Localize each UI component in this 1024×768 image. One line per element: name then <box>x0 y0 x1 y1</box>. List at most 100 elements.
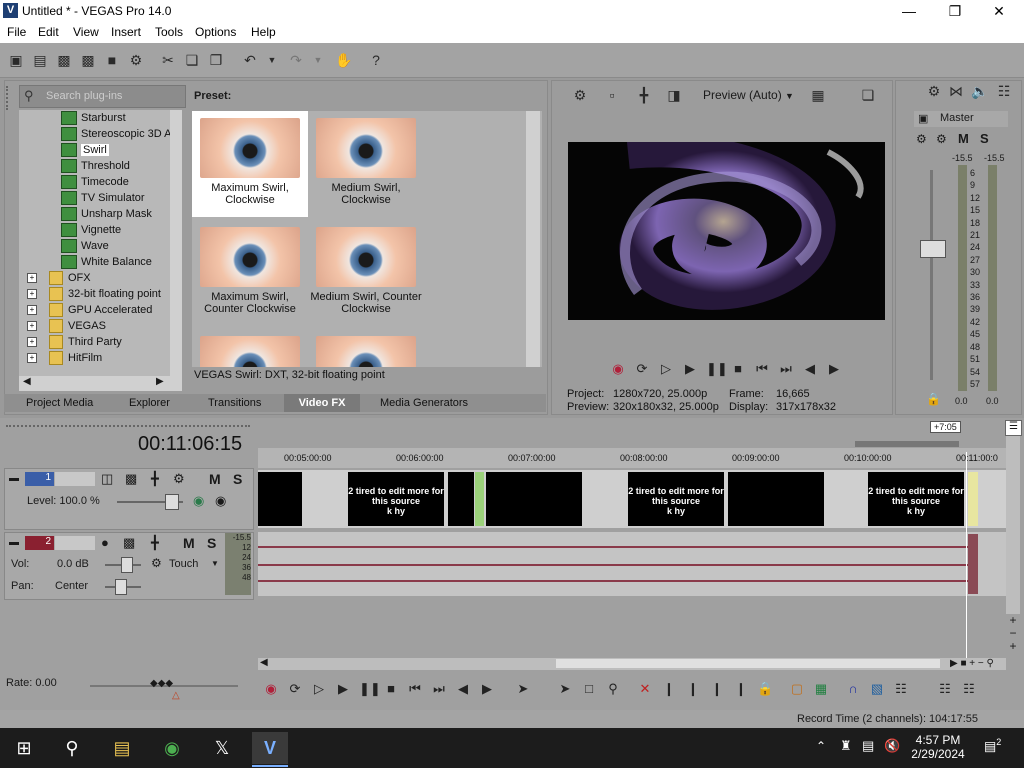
open-icon[interactable]: ▤ <box>30 50 50 70</box>
overlays-icon[interactable]: ◨ <box>664 85 684 105</box>
track-options-icon[interactable]: ☰ <box>1005 420 1022 436</box>
video-event[interactable]: 2 tired to edit more for this source k hy <box>628 472 724 526</box>
tab-transitions[interactable]: Transitions <box>200 394 269 412</box>
menu-insert[interactable]: Insert <box>111 25 141 39</box>
copy-icon[interactable]: ❏ <box>182 50 202 70</box>
menu-tools[interactable]: Tools <box>155 25 183 39</box>
grid-icon[interactable]: ▦ <box>808 85 828 105</box>
track-gear-icon[interactable]: ⚙ <box>173 471 185 487</box>
paste-icon[interactable]: ❐ <box>206 50 226 70</box>
composite-parent-icon[interactable]: ◉ <box>215 493 226 509</box>
scroll-right-icon[interactable]: ▶ <box>156 376 164 387</box>
track-name-input[interactable] <box>55 536 95 550</box>
pan-slider-knob[interactable] <box>115 579 127 595</box>
transition-marker[interactable] <box>475 472 484 526</box>
master-solo-button[interactable]: S <box>980 131 989 146</box>
preset-item-6[interactable] <box>308 329 424 367</box>
tree-item-stereoscopic[interactable]: Stereoscopic 3D A <box>61 126 172 142</box>
zoom-edit-tool-icon[interactable]: ⚲ <box>605 681 621 697</box>
vertical-zoom-controls[interactable]: + − + <box>1006 614 1020 654</box>
tree-folder-hitfilm[interactable]: + HitFilm <box>27 350 102 366</box>
master-mute-button[interactable]: M <box>958 131 969 146</box>
copy-snapshot-icon[interactable]: ❏ <box>858 85 878 105</box>
master-fx-gear-icon[interactable]: ⚙ <box>936 132 947 146</box>
tab-explorer[interactable]: Explorer <box>121 394 178 412</box>
play-from-start-icon[interactable]: ▷ <box>658 361 674 377</box>
timeline-previous-frame-icon[interactable]: ◀ <box>455 681 471 697</box>
volume-slider-knob[interactable] <box>121 557 133 573</box>
snapping-magnet-icon[interactable]: ∩ <box>845 681 861 697</box>
video-solo-button[interactable]: S <box>233 471 242 487</box>
properties-gear-icon[interactable]: ⚙ <box>126 50 146 70</box>
close-button[interactable]: ✕ <box>976 0 1022 23</box>
tree-item-unsharp-mask[interactable]: Unsharp Mask <box>61 206 152 222</box>
tree-item-starburst[interactable]: Starburst <box>61 110 126 126</box>
tab-video-fx[interactable]: Video FX <box>284 394 360 412</box>
x-app-icon[interactable]: 𝕏 <box>204 732 240 764</box>
undo-history-chevron-icon[interactable]: ▼ <box>262 50 282 70</box>
automation-icon[interactable]: ╋ <box>151 535 159 551</box>
master-fader-knob[interactable] <box>920 240 946 258</box>
clock[interactable]: 4:57 PM 2/29/2024 <box>910 733 966 761</box>
mixer-settings-icon[interactable]: ☷ <box>994 81 1014 101</box>
new-project-icon[interactable]: ▣ <box>6 50 26 70</box>
preset-max-swirl-ccw[interactable]: Maximum Swirl, Counter Clockwise <box>192 220 308 326</box>
video-track-lane[interactable]: 2 tired to edit more for this source k hy… <box>258 470 1006 528</box>
video-event[interactable] <box>448 472 474 526</box>
play-icon[interactable]: ▶ <box>682 361 698 377</box>
timeline-record-icon[interactable]: ◉ <box>263 681 279 697</box>
loop-region-bar[interactable] <box>855 441 959 447</box>
vegas-taskbar-icon[interactable]: V <box>252 732 288 764</box>
envelope-edit-tool-icon[interactable]: ➤ <box>557 681 573 697</box>
delete-icon[interactable]: ✕ <box>637 681 653 697</box>
timeline-play-icon[interactable]: ▶ <box>335 681 351 697</box>
chevron-down-icon[interactable]: ▼ <box>211 559 219 568</box>
auto-crossfade-icon[interactable]: ▧ <box>869 681 885 697</box>
tree-item-tv-simulator[interactable]: TV Simulator <box>61 190 145 206</box>
menu-view[interactable]: View <box>73 25 99 39</box>
timeline-ruler[interactable]: 00:05:00:00 00:06:00:00 00:07:00:00 00:0… <box>258 448 1008 468</box>
next-frame-icon[interactable]: ▶ <box>826 361 842 377</box>
video-mute-button[interactable]: M <box>209 471 221 487</box>
playhead-cursor[interactable] <box>966 452 967 660</box>
ignore-grouping-icon[interactable]: ☷ <box>961 681 977 697</box>
chrome-icon[interactable]: ◉ <box>154 732 190 764</box>
whats-this-help-icon[interactable]: ? <box>366 50 386 70</box>
lock-envelopes-icon[interactable]: ☷ <box>937 681 953 697</box>
menu-edit[interactable]: Edit <box>38 25 59 39</box>
track-number[interactable]: 1 <box>25 472 54 486</box>
split-icon[interactable]: ❙ <box>733 681 749 697</box>
search-input[interactable]: Search plug-ins <box>46 90 122 102</box>
track-fx-icon[interactable]: ▩ <box>123 535 135 551</box>
lock-event-icon[interactable]: 🔒 <box>757 681 773 697</box>
timeline-go-to-end-icon[interactable]: ⏭ <box>431 681 447 697</box>
split-screen-icon[interactable]: ╋ <box>634 85 654 105</box>
volume-muted-icon[interactable]: 🔇 <box>884 738 900 754</box>
menu-options[interactable]: Options <box>195 25 236 39</box>
track-motion-icon[interactable]: ◫ <box>101 471 113 487</box>
tree-item-vignette[interactable]: Vignette <box>61 222 121 238</box>
composite-child-icon[interactable]: ◉ <box>193 493 204 509</box>
rate-slider-knob[interactable]: ◆◆◆ <box>150 678 173 689</box>
file-explorer-icon[interactable]: ▤ <box>104 732 140 764</box>
menu-help[interactable]: Help <box>251 25 276 39</box>
trim-start-icon[interactable]: ❙ <box>685 681 701 697</box>
previous-frame-icon[interactable]: ◀ <box>802 361 818 377</box>
horizontal-scrollbar[interactable]: ◀ <box>258 657 1006 670</box>
audio-track-lane[interactable] <box>258 532 1006 596</box>
network-icon[interactable]: ▤ <box>862 738 874 754</box>
arm-record-icon[interactable]: ● <box>101 535 109 550</box>
preset-max-swirl-cw[interactable]: Maximum Swirl, Clockwise <box>192 111 308 217</box>
preset-scrollbar[interactable] <box>526 111 540 367</box>
timeline-loop-icon[interactable]: ⟳ <box>287 681 303 697</box>
save-as-icon[interactable]: ▩ <box>78 50 98 70</box>
start-windows-icon[interactable]: ⊞ <box>6 732 42 764</box>
track-collapse-icon[interactable]: ▬ <box>9 537 19 548</box>
expand-icon[interactable]: + <box>27 289 37 300</box>
panel-grip[interactable] <box>6 86 20 110</box>
tree-item-wave[interactable]: Wave <box>61 238 109 254</box>
tree-folder-gpu[interactable]: + GPU Accelerated <box>27 302 152 318</box>
tree-item-swirl[interactable]: Swirl <box>61 142 109 158</box>
event-end-marker[interactable] <box>968 472 978 526</box>
search-icon[interactable]: ⚲ <box>54 732 90 764</box>
